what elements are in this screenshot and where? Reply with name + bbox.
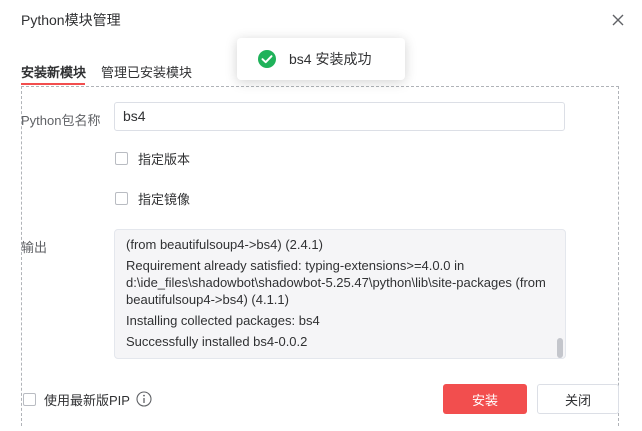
dialog-title: Python模块管理: [21, 12, 121, 28]
output-line: Requirement already satisfied: typing-ex…: [126, 258, 550, 307]
use-latest-pip-checkbox[interactable]: 使用最新版PIP: [23, 391, 152, 408]
package-name-input[interactable]: bs4: [114, 102, 565, 131]
active-tab-indicator: [21, 83, 85, 85]
checkbox-box[interactable]: [23, 392, 36, 406]
install-button[interactable]: 安装: [443, 384, 527, 414]
tab-install-new-module[interactable]: 安装新模块: [21, 62, 86, 81]
specify-mirror-checkbox[interactable]: 指定镜像: [115, 190, 191, 207]
output-console[interactable]: (from beautifulsoup4->bs4) (2.4.1) Requi…: [114, 229, 566, 359]
specify-version-checkbox[interactable]: 指定版本: [115, 150, 191, 167]
tab-manage-installed-modules[interactable]: 管理已安装模块: [101, 62, 192, 81]
output-line: (from beautifulsoup4->bs4) (2.4.1): [126, 237, 323, 252]
checkbox-box[interactable]: [115, 151, 128, 165]
success-toast: bs4 安装成功: [237, 38, 405, 80]
output-line: Installing collected packages: bs4: [126, 313, 320, 328]
output-label: 输出: [21, 240, 48, 255]
output-text: (from beautifulsoup4->bs4) (2.4.1) Requi…: [126, 236, 547, 350]
output-scrollbar[interactable]: [557, 338, 563, 358]
success-check-icon: [258, 50, 276, 68]
close-button[interactable]: 关闭: [537, 384, 619, 414]
specify-mirror-label: 指定镜像: [138, 191, 191, 207]
info-icon[interactable]: [136, 391, 152, 407]
close-icon[interactable]: [610, 12, 626, 28]
checkbox-box[interactable]: [115, 191, 128, 205]
toast-message: bs4 安装成功: [289, 51, 372, 67]
module-manager-dialog: Python模块管理 安装新模块 管理已安装模块 Python包名称 bs4 指…: [0, 0, 642, 431]
specify-version-label: 指定版本: [138, 151, 191, 167]
use-latest-pip-label: 使用最新版PIP: [44, 392, 130, 408]
package-name-label: Python包名称: [21, 113, 101, 128]
output-line: Successfully installed bs4-0.0.2: [126, 334, 308, 349]
